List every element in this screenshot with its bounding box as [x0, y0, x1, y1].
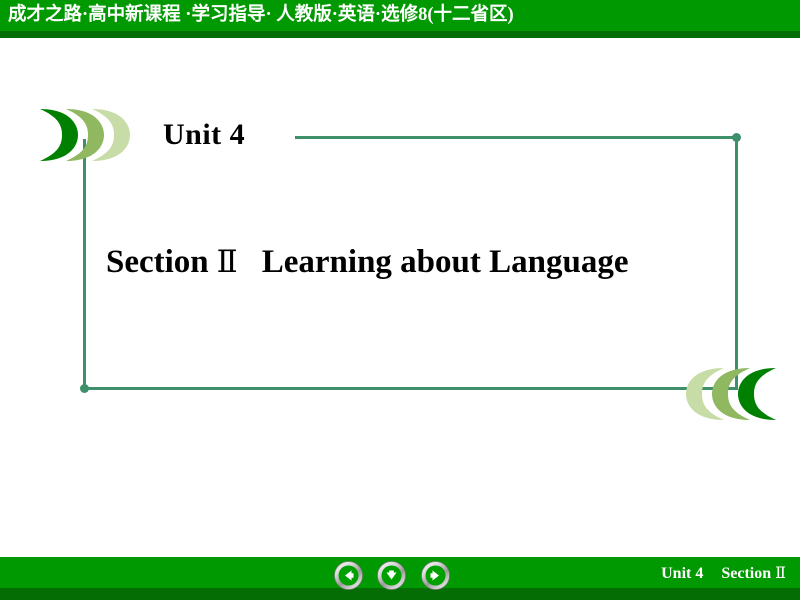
footer-unit-label: Unit 4 [661, 565, 704, 582]
section-title: Section Ⅱ Learning about Language [106, 244, 629, 281]
crescent-dark-icon [40, 109, 78, 161]
footer-section-label: Section [721, 565, 772, 582]
arrow-left-icon [334, 561, 363, 590]
section-title-label: Section [106, 244, 209, 280]
section-title-topic: Learning about Language [261, 244, 629, 280]
next-step-button[interactable] [377, 561, 406, 590]
previous-slide-button[interactable] [334, 561, 363, 590]
frame-line-left [83, 139, 86, 390]
unit-title: Unit 4 [163, 118, 246, 151]
arrow-right-icon [421, 561, 450, 590]
left-crescents-icon [40, 109, 130, 161]
right-crescents-decoration [684, 366, 780, 427]
footer-breadcrumb: Unit 4 Section Ⅱ [661, 557, 786, 588]
footer-section-number: Ⅱ [775, 563, 786, 582]
left-crescents-decoration [36, 107, 132, 168]
frame-line-top [295, 136, 737, 139]
crescent-dark-icon [738, 368, 776, 420]
frame-corner-dot-top-right [732, 133, 741, 142]
frame-corner-dot-bottom-left [80, 384, 89, 393]
right-crescents-icon [686, 368, 776, 420]
arrow-down-icon [377, 561, 406, 590]
section-title-number: Ⅱ [216, 244, 238, 280]
header-title: 成才之路·高中新课程 ·学习指导· 人教版·英语·选修8(十二省区) [8, 5, 514, 25]
header-bar-shadow [0, 31, 800, 38]
next-slide-button[interactable] [421, 561, 450, 590]
frame-line-right [735, 136, 738, 390]
frame-line-bottom [83, 387, 737, 390]
